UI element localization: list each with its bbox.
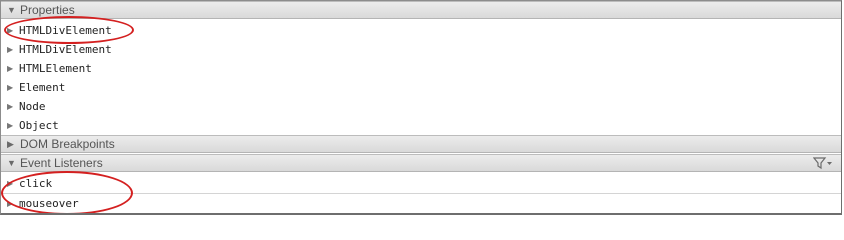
dom-breakpoints-section-header[interactable]: ▶ DOM Breakpoints (1, 135, 841, 153)
property-item-label: Object (19, 119, 59, 132)
properties-header-label: Properties (20, 3, 75, 17)
event-listener-item[interactable]: ▶ click (1, 174, 841, 193)
collapsed-triangle-icon[interactable]: ▶ (7, 97, 13, 116)
collapsed-triangle-icon[interactable]: ▶ (7, 59, 13, 78)
property-item[interactable]: ▶ HTMLDivElement (1, 21, 841, 40)
property-item[interactable]: ▶ HTMLDivElement (1, 40, 841, 59)
inspector-sidebar-panel: ▼ Properties ▶ HTMLDivElement ▶ HTMLDivE… (0, 0, 842, 215)
expanded-triangle-icon[interactable]: ▼ (7, 5, 17, 15)
collapsed-triangle-icon[interactable]: ▶ (7, 174, 13, 193)
filter-icon[interactable] (812, 156, 833, 170)
expanded-triangle-icon[interactable]: ▼ (7, 158, 17, 168)
event-listeners-section-header[interactable]: ▼ Event Listeners (1, 154, 841, 172)
dom-breakpoints-header-label: DOM Breakpoints (20, 137, 115, 151)
event-listener-label: click (19, 177, 53, 190)
collapsed-triangle-icon[interactable]: ▶ (7, 40, 13, 59)
collapsed-triangle-icon[interactable]: ▶ (7, 139, 17, 149)
property-item-label: HTMLDivElement (19, 24, 112, 37)
property-item[interactable]: ▶ Node (1, 97, 841, 116)
collapsed-triangle-icon[interactable]: ▶ (7, 194, 13, 213)
event-listeners-header-label: Event Listeners (20, 156, 103, 170)
collapsed-triangle-icon[interactable]: ▶ (7, 78, 13, 97)
property-item-label: HTMLElement (19, 62, 92, 75)
properties-section-header[interactable]: ▼ Properties (1, 1, 841, 19)
property-item[interactable]: ▶ Object (1, 116, 841, 135)
collapsed-triangle-icon[interactable]: ▶ (7, 21, 13, 40)
event-listener-label: mouseover (19, 197, 79, 210)
property-item-label: Node (19, 100, 46, 113)
collapsed-triangle-icon[interactable]: ▶ (7, 116, 13, 135)
property-item-label: Element (19, 81, 66, 94)
event-listener-item[interactable]: ▶ mouseover (1, 194, 841, 213)
property-item[interactable]: ▶ HTMLElement (1, 59, 841, 78)
property-item-label: HTMLDivElement (19, 43, 112, 56)
property-item[interactable]: ▶ Element (1, 78, 841, 97)
